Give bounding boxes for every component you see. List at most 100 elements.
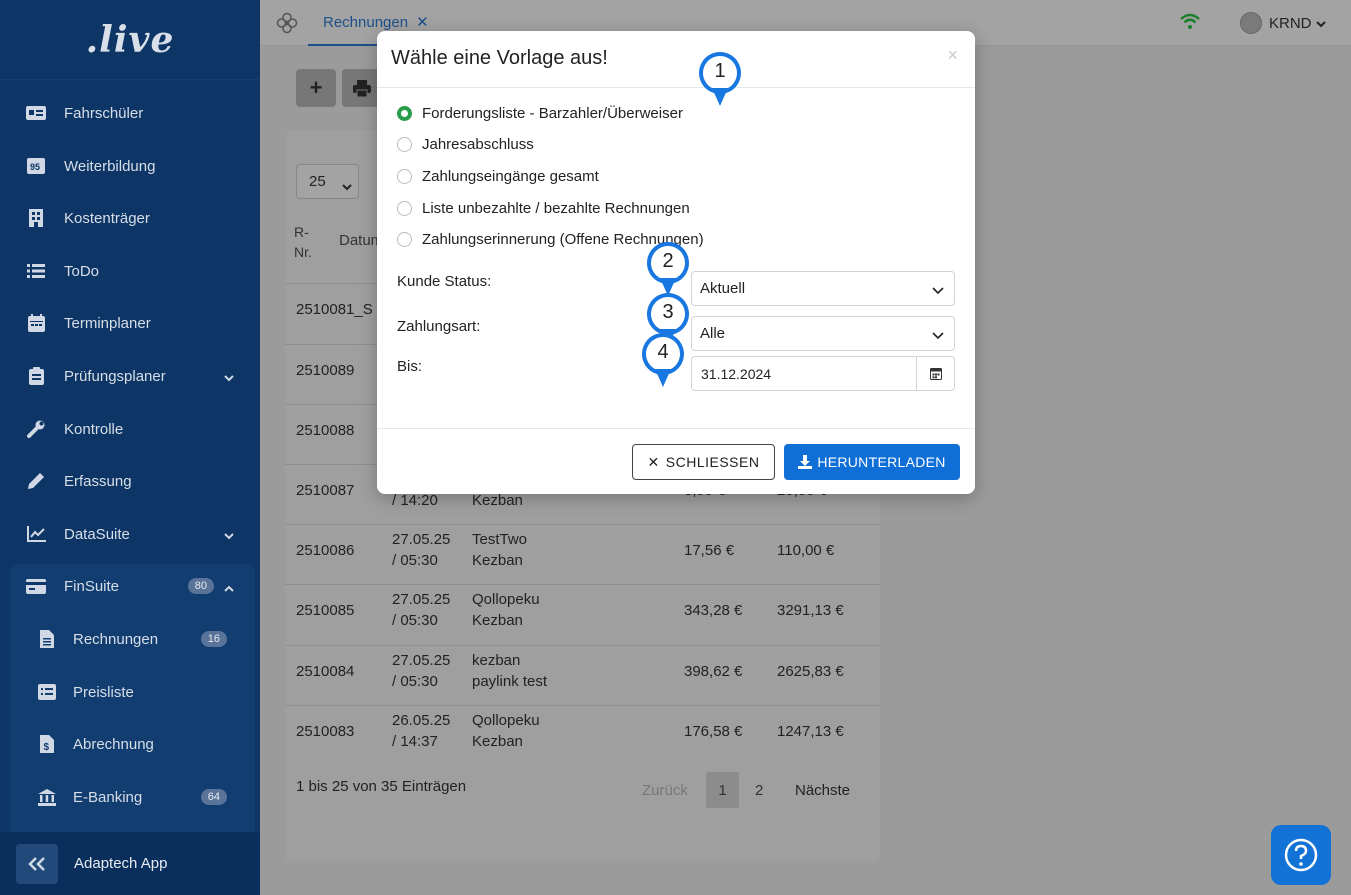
- sidebar-item-label: Abrechnung: [73, 735, 154, 753]
- table-row[interactable]: 2510084 27.05.25 / 05:30 kezban paylink test…: [285, 645, 880, 705]
- table-row[interactable]: 2510086 27.05.25 / 05:30 TestTwo Kezban 17,56…: [285, 524, 880, 584]
- sidebar-item-preisliste[interactable]: Preisliste: [10, 666, 255, 718]
- clipboard-icon: [26, 367, 46, 385]
- cell-amount: 2625,83 €: [777, 663, 844, 680]
- cell-name: kezban: [472, 652, 521, 669]
- sidebar-item-fahrschueler[interactable]: Fahrschüler: [0, 87, 260, 139]
- add-button[interactable]: +: [296, 69, 336, 107]
- radio-icon[interactable]: [397, 169, 412, 184]
- radio-liste-rechnungen[interactable]: Liste unbezahlte / bezahlte Rechnungen: [397, 200, 690, 217]
- certificate-95-icon: 95: [26, 157, 46, 175]
- adaptech-app-link[interactable]: Adaptech App: [0, 832, 260, 895]
- chevron-down-icon: [1315, 15, 1326, 32]
- chevron-down-icon: [224, 369, 234, 386]
- tab-label: Rechnungen: [323, 13, 409, 31]
- radio-zahlungseingaenge[interactable]: Zahlungseingänge gesamt: [397, 168, 599, 185]
- sidebar-item-label: Kontrolle: [64, 420, 124, 438]
- table-row[interactable]: 2510085 27.05.25 / 05:30 Qollopeku Kezban 343…: [285, 584, 880, 644]
- print-button[interactable]: [342, 69, 382, 107]
- cell-time: / 05:30: [392, 552, 438, 569]
- sidebar: .live Fahrschüler 95 Weiterbildung Koste…: [0, 0, 260, 895]
- sidebar-item-kontrolle[interactable]: Kontrolle: [0, 403, 260, 455]
- close-button[interactable]: ✕ SCHLIESSEN: [632, 444, 775, 480]
- column-header-rnr[interactable]: R- Nr.: [294, 222, 312, 262]
- app-label: Adaptech App: [74, 855, 168, 872]
- bis-date-input[interactable]: 31.12.2024: [691, 356, 955, 391]
- sidebar-item-abrechnung[interactable]: $ Abrechnung: [10, 718, 255, 770]
- sidebar-item-rechnungen[interactable]: Rechnungen 16: [10, 613, 255, 665]
- sidebar-item-label: Terminplaner: [64, 314, 151, 332]
- sidebar-item-label: Kostenträger: [64, 209, 150, 227]
- radio-icon[interactable]: [397, 137, 412, 152]
- double-chevron-left-icon: [28, 856, 45, 871]
- radio-icon[interactable]: [397, 201, 412, 216]
- logo[interactable]: .live: [0, 0, 260, 80]
- ebanking-count-badge: 64: [200, 789, 227, 805]
- rechnungen-count-badge: 16: [200, 631, 227, 647]
- flower-icon[interactable]: [276, 12, 298, 39]
- radio-forderungsliste[interactable]: Forderungsliste - Barzahler/Überweiser: [397, 105, 683, 122]
- cell-id: 2510089: [296, 362, 355, 379]
- page-size-select[interactable]: 25: [296, 164, 359, 199]
- sidebar-item-ebanking[interactable]: E-Banking 64: [10, 771, 255, 823]
- pager-page-2[interactable]: 2: [755, 772, 763, 808]
- wrench-icon: [26, 420, 46, 438]
- printer-icon: [353, 79, 371, 97]
- sidebar-item-datasuite[interactable]: DataSuite: [0, 508, 260, 560]
- toolbar: +: [296, 69, 382, 107]
- step-marker-4: 4: [640, 332, 686, 388]
- svg-text:$: $: [44, 742, 50, 753]
- pager-prev-button[interactable]: Zurück: [642, 772, 688, 808]
- sidebar-item-label: Weiterbildung: [64, 157, 156, 175]
- cell-amount: 3291,13 €: [777, 602, 844, 619]
- chevron-up-icon: [224, 579, 234, 596]
- sidebar-item-weiterbildung[interactable]: 95 Weiterbildung: [0, 140, 260, 192]
- table-row[interactable]: 2510083 26.05.25 / 14:37 Qollopeku Kezban 176…: [285, 705, 880, 765]
- chevron-down-icon: [932, 327, 944, 344]
- chevron-down-icon: [342, 178, 352, 195]
- question-icon: [1284, 838, 1318, 872]
- collapse-sidebar-button[interactable]: [16, 843, 58, 884]
- svg-text:95: 95: [30, 162, 40, 172]
- kunde-status-select[interactable]: Aktuell: [691, 271, 955, 306]
- download-icon: [798, 455, 813, 469]
- kunde-status-label: Kunde Status:: [397, 273, 492, 290]
- bis-label: Bis:: [397, 358, 423, 375]
- sidebar-item-pruefungsplaner[interactable]: Prüfungsplaner: [0, 350, 260, 402]
- sidebar-item-label: DataSuite: [64, 525, 130, 543]
- pager-next-button[interactable]: Nächste: [795, 772, 850, 808]
- sidebar-item-todo[interactable]: ToDo: [0, 245, 260, 297]
- cell-date: 26.05.25: [392, 712, 451, 729]
- close-tab-icon[interactable]: ✕: [416, 13, 429, 31]
- cell-name: Qollopeku: [472, 712, 540, 729]
- sidebar-item-terminplaner[interactable]: Terminplaner: [0, 297, 260, 349]
- sidebar-item-kostentraeger[interactable]: Kostenträger: [0, 192, 260, 244]
- sidebar-item-label: Rechnungen: [73, 630, 159, 648]
- chevron-down-icon: [932, 282, 944, 299]
- zahlungsart-select[interactable]: Alle: [691, 316, 955, 351]
- user-menu[interactable]: KRND: [1240, 12, 1326, 34]
- cell-name: TestTwo: [472, 531, 528, 548]
- sidebar-item-label: E-Banking: [73, 788, 143, 806]
- sidebar-item-erfassung[interactable]: Erfassung: [0, 455, 260, 507]
- cell-name: Kezban: [472, 612, 523, 629]
- cell-id: 2510087: [296, 482, 355, 499]
- entries-info: 1 bis 25 von 35 Einträgen: [296, 777, 467, 795]
- radio-icon[interactable]: [397, 232, 412, 247]
- sidebar-item-label: Prüfungsplaner: [64, 367, 166, 385]
- cell-time: / 05:30: [392, 673, 438, 690]
- help-button[interactable]: [1271, 825, 1331, 885]
- calendar-icon[interactable]: [916, 357, 954, 390]
- finsuite-count-badge: 80: [187, 578, 214, 594]
- cell-amount: 110,00 €: [777, 542, 835, 559]
- radio-jahresabschluss[interactable]: Jahresabschluss: [397, 136, 534, 153]
- sidebar-item-finsuite[interactable]: FinSuite 80: [0, 560, 260, 612]
- modal-title: Wähle eine Vorlage aus!: [391, 47, 608, 69]
- radio-selected-icon[interactable]: [397, 106, 412, 121]
- cell-name: Kezban: [472, 552, 523, 569]
- cell-amount: 343,28 €: [684, 602, 743, 619]
- download-button[interactable]: HERUNTERLADEN: [784, 444, 960, 480]
- pager-page-1[interactable]: 1: [706, 772, 739, 808]
- zahlungsart-label: Zahlungsart:: [397, 318, 481, 335]
- modal-close-icon[interactable]: ×: [947, 45, 958, 66]
